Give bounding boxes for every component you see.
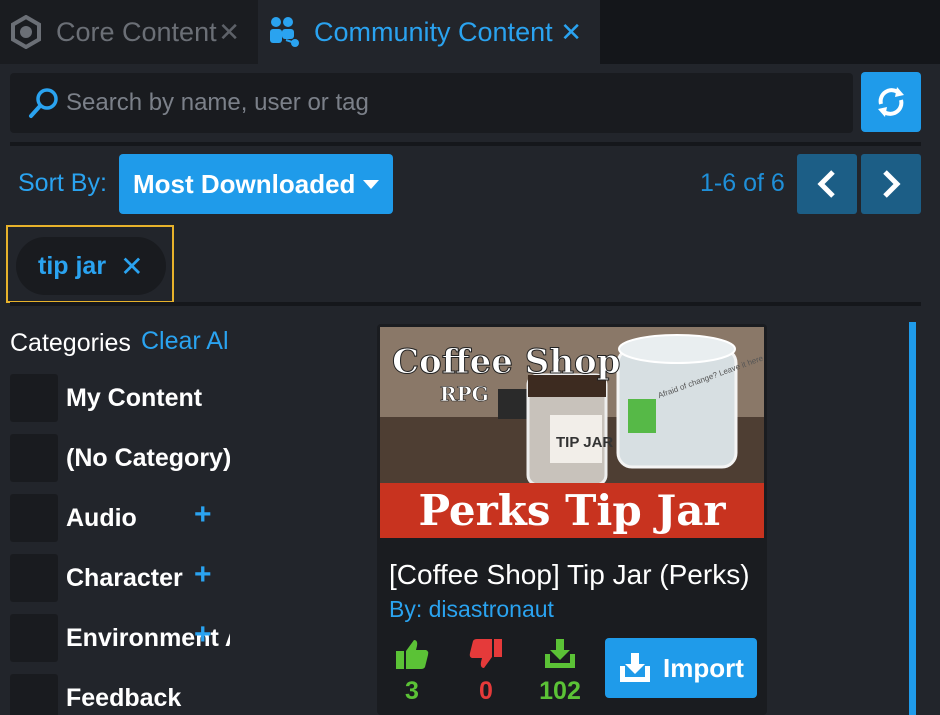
close-icon[interactable]: ✕ [560, 17, 582, 48]
categories-heading: Categories [10, 329, 131, 357]
category-checkbox[interactable] [10, 374, 58, 422]
content-card[interactable]: Coffee Shop RPG TIP JAR Afraid of change… [377, 324, 767, 715]
tag-chip[interactable]: tip jar ✕ [16, 237, 166, 295]
content-thumbnail[interactable]: Coffee Shop RPG TIP JAR Afraid of change… [380, 327, 764, 538]
category-item[interactable]: Feedback [10, 674, 230, 715]
content-title[interactable]: [Coffee Shop] Tip Jar (Perks) [389, 559, 761, 591]
sort-selected-value: Most Downloaded [133, 168, 356, 199]
tab-core-content-label: Core Content [56, 16, 217, 47]
tab-core-content[interactable]: Core Content ✕ [0, 0, 258, 64]
chevron-right-icon [883, 170, 901, 198]
category-checkbox[interactable] [10, 554, 58, 602]
search-input[interactable] [66, 89, 826, 117]
category-item[interactable]: Environment Art + [10, 614, 230, 664]
thumbnail-brand: Coffee Shop [392, 342, 620, 382]
thumbnail-brand-sub: RPG [440, 382, 489, 406]
like-stat[interactable]: 3 [387, 638, 437, 706]
download-stat: 102 [535, 638, 585, 706]
sort-by-label: Sort By: [18, 169, 107, 197]
tag-chip-label: tip jar [38, 251, 107, 280]
content-author[interactable]: By: disastronaut [389, 596, 554, 623]
refresh-icon [878, 87, 904, 117]
divider [10, 302, 921, 306]
expand-plus-icon[interactable]: + [194, 498, 212, 532]
remove-tag-icon[interactable]: ✕ [120, 250, 143, 283]
tab-community-content-label: Community Content [314, 16, 553, 47]
thumbnail-banner: Perks Tip Jar [418, 486, 726, 535]
category-item[interactable]: Audio + [10, 494, 230, 544]
community-content-panel: Sort By: Most Downloaded 1-6 of 6 tip ja… [0, 64, 940, 715]
search-icon [29, 88, 58, 118]
core-logo-icon [8, 14, 44, 50]
category-label: Feedback [66, 684, 182, 712]
paging-range: 1-6 of 6 [700, 169, 785, 197]
category-item[interactable]: My Content [10, 374, 230, 424]
download-icon [545, 639, 575, 668]
tab-community-content[interactable]: Community Content ✕ [258, 0, 600, 64]
next-page-button[interactable] [861, 154, 921, 214]
category-checkbox[interactable] [10, 434, 58, 482]
category-checkbox[interactable] [10, 614, 58, 662]
clear-all-link[interactable]: Clear All [141, 327, 229, 356]
chevron-down-icon [363, 180, 379, 189]
import-icon [620, 653, 650, 682]
sort-dropdown[interactable]: Most Downloaded [119, 154, 393, 214]
import-label: Import [663, 652, 744, 683]
thumbs-down-icon [469, 639, 502, 668]
category-checkbox[interactable] [10, 674, 58, 715]
thumbnail-jar-label: TIP JAR [556, 434, 613, 451]
dislike-count: 0 [479, 677, 493, 705]
previous-page-button[interactable] [797, 154, 857, 214]
chevron-left-icon [817, 170, 835, 198]
like-count: 3 [405, 677, 419, 705]
refresh-button[interactable] [861, 72, 921, 132]
import-button[interactable]: Import [605, 638, 757, 698]
tag-filter-area: tip jar ✕ [6, 225, 174, 303]
divider [10, 142, 921, 146]
download-count: 102 [539, 677, 581, 705]
expand-plus-icon[interactable]: + [194, 558, 212, 592]
category-label: My Content [66, 384, 203, 412]
category-label: (No Category) [66, 444, 230, 472]
community-icon [266, 14, 302, 50]
dislike-stat[interactable]: 0 [461, 638, 511, 706]
expand-plus-icon[interactable]: + [194, 618, 212, 652]
scrollbar[interactable] [909, 322, 916, 715]
thumbs-up-icon [396, 640, 429, 669]
category-checkbox[interactable] [10, 494, 58, 542]
search-bar [10, 73, 853, 133]
close-icon[interactable]: ✕ [218, 17, 240, 48]
category-item[interactable]: (No Category) [10, 434, 230, 484]
category-item[interactable]: Character + [10, 554, 230, 604]
tab-bar: Core Content ✕ Community Content ✕ [0, 0, 940, 64]
